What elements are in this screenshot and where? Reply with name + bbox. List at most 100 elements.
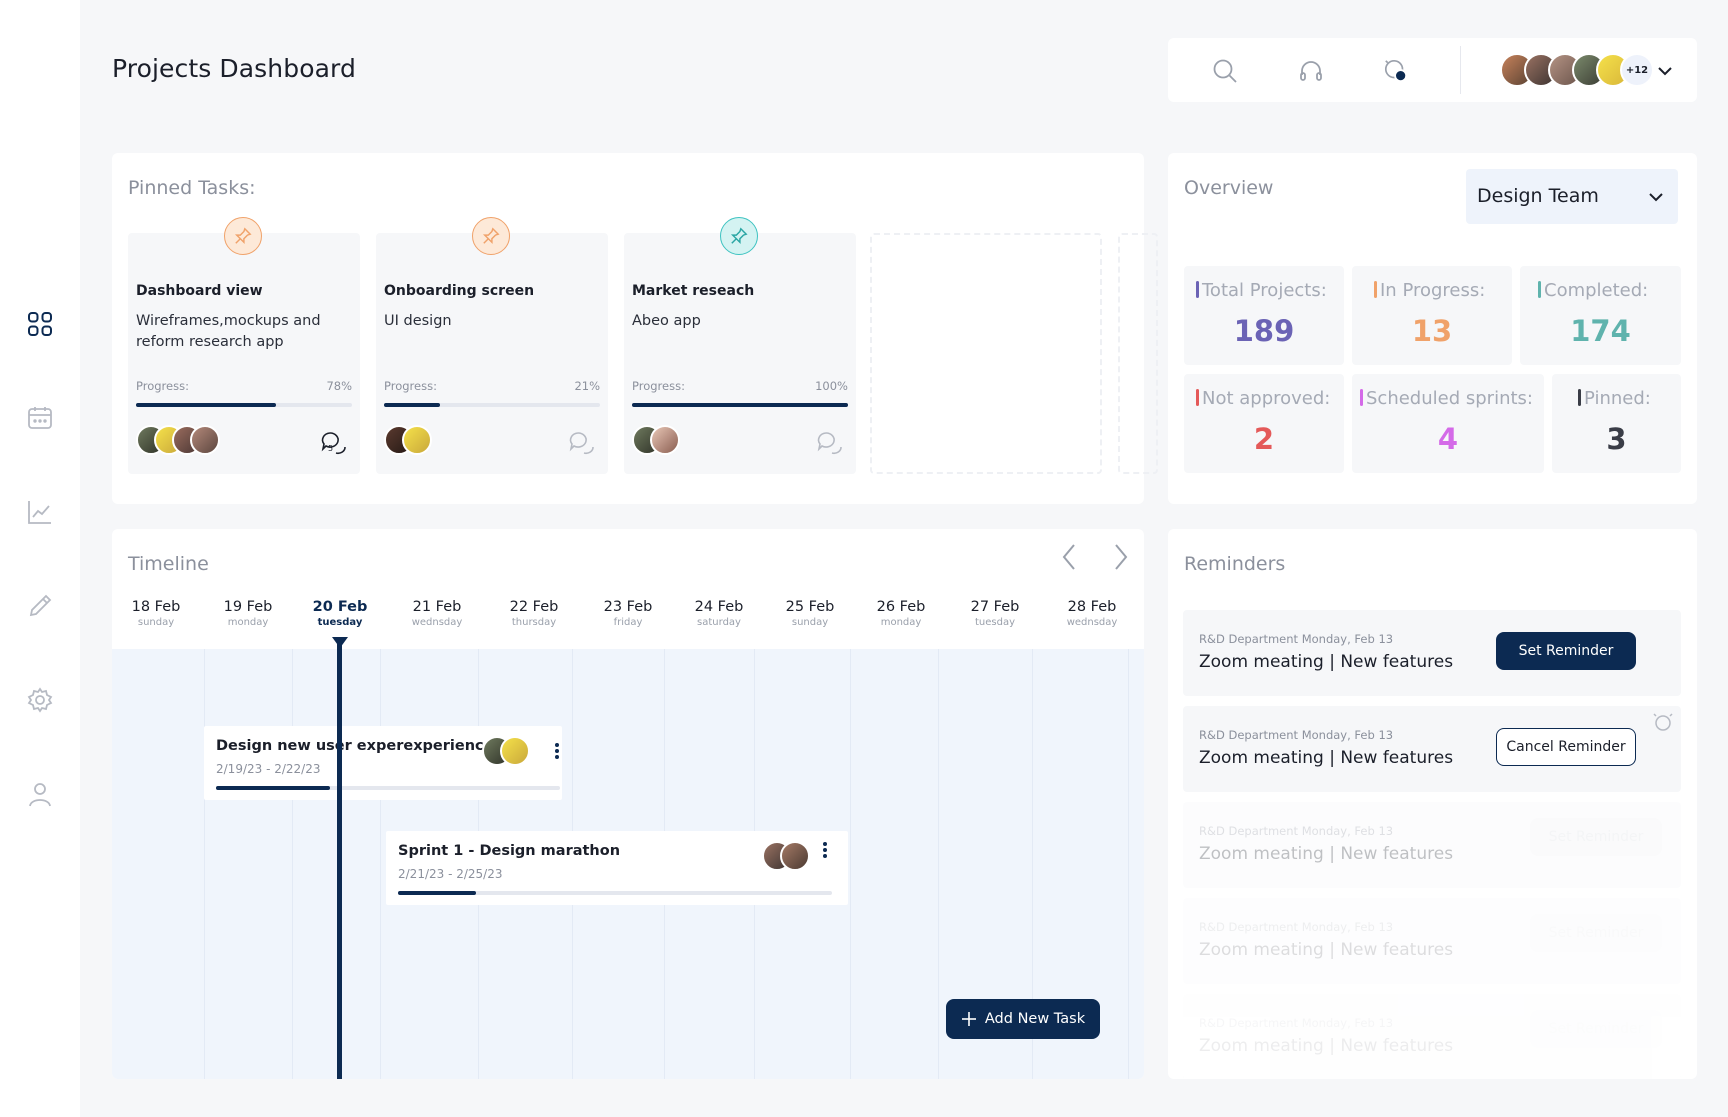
prev-arrow-icon[interactable] [1056,541,1084,573]
reminder-meta: R&D Department Monday, Feb 13 [1199,632,1394,646]
day-column-header[interactable]: 19 Feb monday [208,599,288,628]
comments-icon[interactable]: 5 [320,429,348,457]
task-name: Onboarding screen [384,283,535,299]
page-title: Projects Dashboard [112,54,356,83]
day-column-header[interactable]: 22 Feb thursday [494,599,574,628]
timeline-title: Timeline [128,553,209,575]
pinned-tasks-panel: Pinned Tasks: Dashboard view Wireframes,… [112,153,1158,504]
progress-fill [136,403,277,407]
reminder-title: Zoom meating | New features [1199,1036,1454,1056]
stat-value: 3 [1606,422,1627,456]
day-column-header[interactable]: 18 Feb sunday [116,599,196,628]
pinned-title: Pinned Tasks: [128,177,256,199]
comments-icon[interactable] [568,429,596,457]
task-assignees [482,736,530,766]
day-column-header[interactable]: 24 Feb saturday [679,599,759,628]
stat-not-approved: Not approved: 2 [1184,374,1344,473]
more-options-icon[interactable] [554,742,560,760]
reminder-item: R&D Department Monday, Feb 13 Zoom meati… [1183,994,1681,1079]
reminders-title: Reminders [1184,553,1286,575]
day-column-header[interactable]: 28 Feb wednsday [1052,599,1132,628]
search-icon[interactable] [1212,58,1238,84]
timeline-task-dates: 2/19/23 - 2/22/23 [216,762,321,776]
avatar [402,425,432,455]
reminder-item: R&D Department Monday, Feb 13 Zoom meati… [1183,898,1681,984]
progress-value: 100% [815,379,848,393]
day-column-header[interactable]: 21 Feb wednsday [397,599,477,628]
chart-icon[interactable] [26,498,54,526]
add-new-task-button[interactable]: Add New Task [946,999,1100,1039]
stat-value: 189 [1233,314,1295,348]
notification-icon[interactable] [1383,58,1409,84]
empty-task-slot [1118,233,1158,474]
progress-value: 21% [574,379,600,393]
pinned-task-card[interactable]: Dashboard view Wireframes,mockups and re… [128,217,360,474]
set-reminder-button[interactable]: Set Reminder [1530,1010,1662,1048]
task-description: Abeo app [632,313,701,329]
pencil-icon[interactable] [26,592,54,620]
task-name: Dashboard view [136,283,263,299]
avatars-more-badge: +12 [1620,53,1654,87]
progress-bar [398,891,832,895]
day-column-header[interactable]: 26 Feb monday [861,599,941,628]
timeline-task-name: Design new user experexperience [216,738,494,754]
day-column-header[interactable]: 23 Feb friday [588,599,668,628]
set-reminder-button[interactable]: Set Reminder [1496,632,1636,670]
comments-icon[interactable] [816,429,844,457]
chevron-down-icon [1649,193,1663,202]
team-select[interactable]: Design Team [1466,169,1678,224]
task-assignees [632,425,680,455]
pinned-task-card[interactable]: Onboarding screen UI design Progress: 21… [376,217,608,474]
progress-fill [216,786,330,790]
day-column-header[interactable]: 27 Feb tuesday [955,599,1035,628]
progress-fill [632,403,848,407]
stat-value: 4 [1437,422,1459,456]
set-reminder-button[interactable]: Set Reminder [1530,914,1662,952]
chevron-down-icon[interactable] [1656,62,1674,80]
task-name: Market reseach [632,283,755,299]
progress-label: Progress: [384,379,437,393]
team-avatars[interactable]: +12 [1500,53,1654,87]
stat-value: 174 [1570,314,1631,348]
progress-label: Progress: [136,379,189,393]
set-reminder-button[interactable]: Set Reminder [1530,818,1662,856]
grid-icon[interactable] [26,310,54,338]
headset-icon[interactable] [1298,58,1324,84]
task-description: UI design [384,313,452,329]
pin-icon[interactable] [472,217,510,255]
task-assignees [384,425,432,455]
user-icon[interactable] [26,780,54,808]
day-column-header[interactable]: 25 Feb sunday [770,599,850,628]
sidebar [0,0,80,1117]
calendar-icon[interactable] [26,404,54,432]
team-select-value: Design Team [1477,185,1599,207]
progress-bar [632,403,848,407]
reminder-meta: R&D Department Monday, Feb 13 [1199,920,1394,934]
settings-icon[interactable] [26,686,54,714]
progress-label: Progress: [632,379,685,393]
timeline-task[interactable]: Design new user experexperience 2/19/23 … [204,726,562,800]
progress-fill [384,403,441,407]
cancel-reminder-button[interactable]: Cancel Reminder [1496,728,1636,766]
reminder-meta: R&D Department Monday, Feb 13 [1199,1016,1394,1030]
day-column-header[interactable]: 20 Feb tuesday [300,599,380,628]
reminder-title: Zoom meating | New features [1199,748,1454,768]
alarm-icon [1653,712,1673,732]
reminder-item: R&D Department Monday, Feb 13 Zoom meati… [1183,802,1681,888]
more-options-icon[interactable] [822,841,828,859]
reminder-title: Zoom meating | New features [1199,940,1454,960]
task-assignees [762,841,810,871]
plus-icon [961,1012,976,1026]
top-bar: +12 [1168,38,1697,102]
pinned-task-card[interactable]: Market reseach Abeo app Progress: 100% [624,217,856,474]
timeline-task[interactable]: Sprint 1 - Design marathon 2/21/23 - 2/2… [386,831,848,905]
stat-scheduled-sprints: Scheduled sprints: 4 [1352,374,1544,473]
svg-text:5: 5 [328,444,333,453]
timeline-task-dates: 2/21/23 - 2/25/23 [398,867,503,881]
next-arrow-icon[interactable] [1106,541,1134,573]
pin-icon[interactable] [720,217,758,255]
avatar [650,425,680,455]
pin-icon[interactable] [224,217,262,255]
reminder-item: R&D Department Monday, Feb 13 Zoom meati… [1183,610,1681,696]
reminder-title: Zoom meating | New features [1199,652,1454,672]
